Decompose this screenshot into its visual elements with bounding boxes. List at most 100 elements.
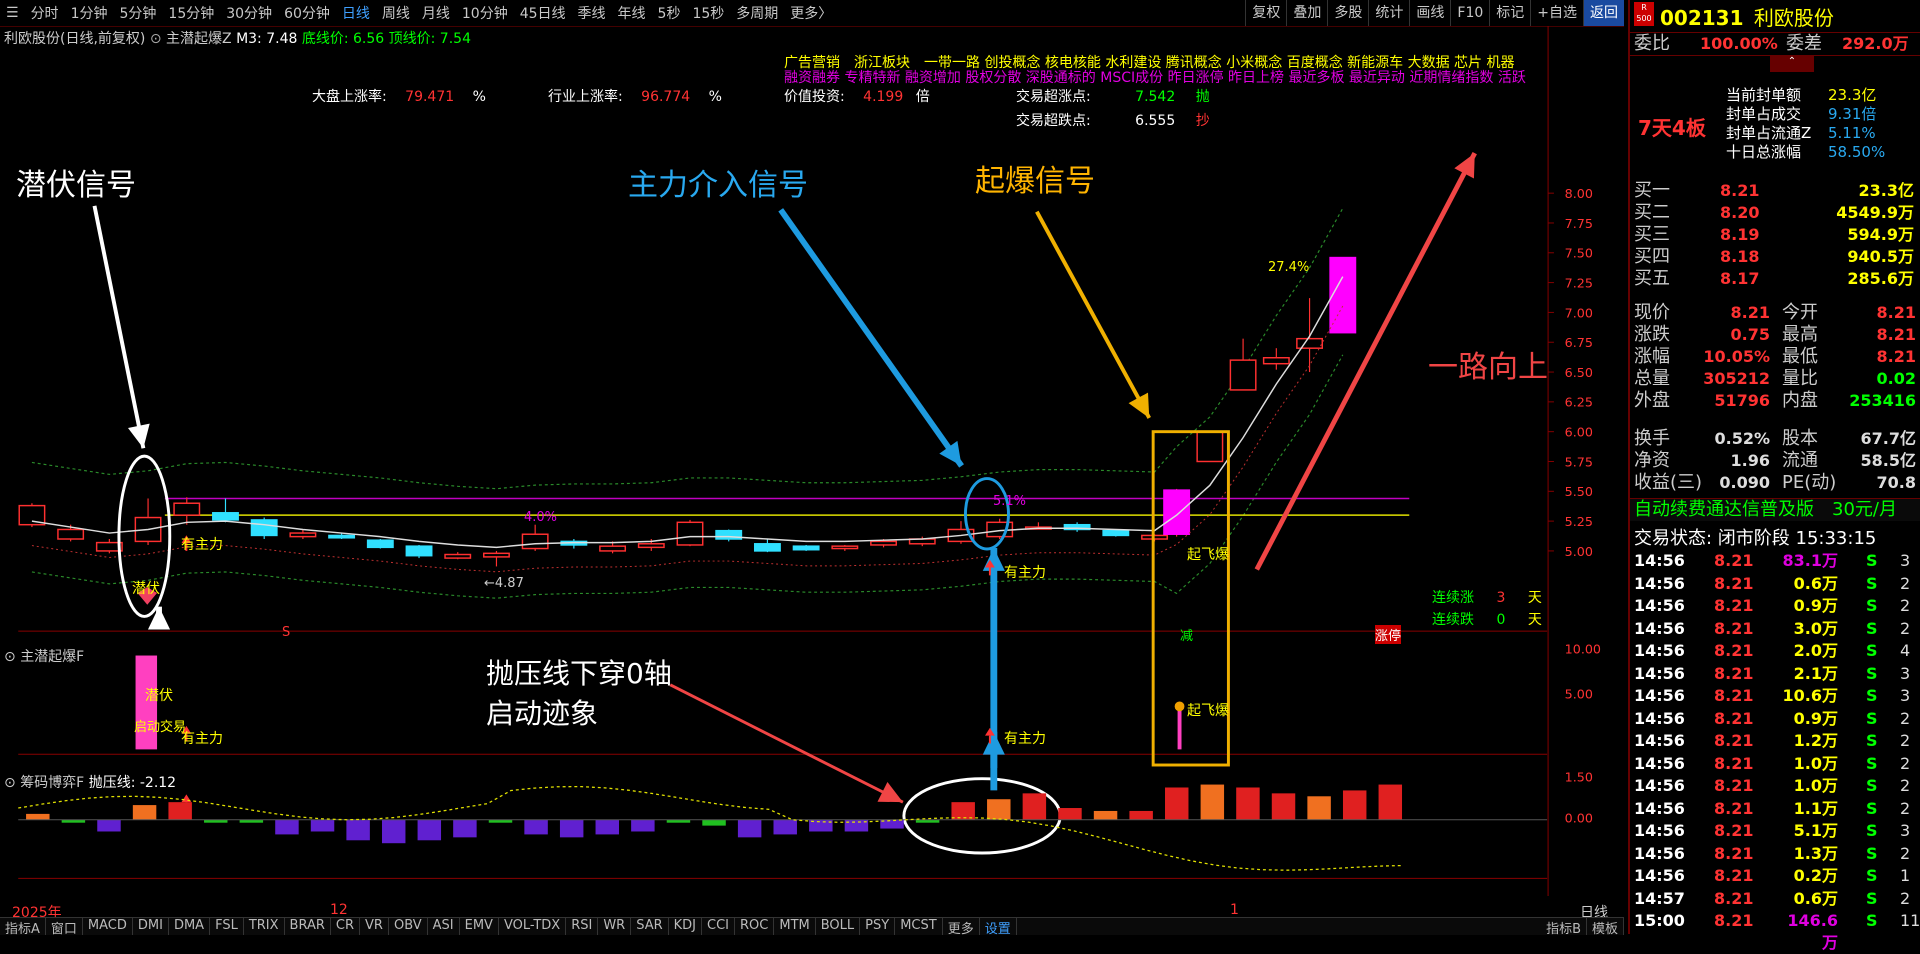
indicator-tab-8[interactable]: CR [331, 918, 361, 935]
pressure-bar [1342, 790, 1367, 820]
indicator-tab-2[interactable]: MACD [83, 918, 133, 935]
indicator-tab-13[interactable]: VOL-TDX [499, 918, 567, 935]
kline-chart[interactable]: 8.00 7.75 7.50 7.25 7.00 6.75 6.50 6.25 6.00 5.75… [0, 26, 1624, 896]
bid-row-3: 买四 8.18 940.5万 [1634, 246, 1914, 267]
upper-band [31, 207, 1344, 490]
pressure-bar [951, 802, 975, 820]
toolbar-right-4[interactable]: 画线 [1409, 0, 1450, 26]
s-mark: S [282, 625, 291, 640]
tick-row-0: 14:56 8.21 83.1万 S 3 [1634, 551, 1911, 570]
candle [405, 545, 433, 557]
bid-row-1: 买二 8.20 4549.9万 [1634, 202, 1914, 223]
candle [753, 543, 781, 552]
tick-row-2: 14:56 8.21 0.9万 S 2 [1634, 596, 1911, 615]
pressure-bar [1307, 796, 1331, 820]
tick-row-15: 14:57 8.21 0.6万 S 2 [1634, 888, 1911, 908]
indicator-tab-7[interactable]: BRAR [285, 918, 331, 935]
tick-row-13: 14:56 8.21 1.3万 S 2 [1634, 843, 1911, 863]
collapse-icon[interactable]: ⌃ [1770, 56, 1814, 72]
candle [831, 545, 859, 550]
zhangting-label: 涨停 [1375, 625, 1402, 644]
pressure-bar [1058, 808, 1082, 820]
period-tab-13[interactable]: 5秒 [652, 3, 687, 23]
lower-band [31, 354, 1344, 599]
period-tab-8[interactable]: 月线 [416, 3, 456, 23]
indicator-tab-0[interactable]: 指标A [0, 918, 46, 937]
panel2-axis-label: 5.00 [1565, 687, 1593, 702]
toolbar-right-7[interactable]: +自选 [1530, 0, 1583, 26]
indicator-tab-16[interactable]: SAR [631, 918, 669, 935]
price-tick-label: 8.00 [1565, 186, 1593, 201]
candle [792, 545, 820, 551]
latent-signal-annotation: 潜伏信号 [16, 168, 136, 203]
indicator-tab-3[interactable]: DMI [133, 918, 169, 935]
explode-arrow [1035, 210, 1151, 419]
indicator-tab-25[interactable]: 设置 [980, 918, 1017, 937]
toolbar-right-8[interactable]: 返回 [1583, 0, 1624, 26]
pressure-line [18, 786, 1403, 871]
pressure-bar [737, 819, 762, 838]
indicator-tab-22[interactable]: PSY [860, 918, 896, 935]
indicator-tab-1[interactable]: 窗口 [46, 918, 83, 937]
trade-status: 交易状态: 闭市阶段 15:33:15 [1634, 528, 1877, 549]
indicator-tab-19[interactable]: ROC [735, 918, 775, 935]
indicator-tab-15[interactable]: WR [598, 918, 632, 935]
indicator-tab-4[interactable]: DMA [169, 918, 211, 935]
indicator-tab-right-1[interactable]: 模板 [1587, 918, 1624, 937]
period-tab-2[interactable]: 5分钟 [113, 3, 162, 23]
explode-signal-annotation: 起爆信号 [975, 164, 1095, 199]
indicator-tab-18[interactable]: CCI [702, 918, 736, 935]
period-tab-6[interactable]: 日线 [336, 3, 376, 23]
pressure-bar [1129, 810, 1153, 820]
tick-row-14: 14:56 8.21 0.2万 S 1 [1634, 866, 1911, 885]
indicator-tab-23[interactable]: MCST [895, 918, 943, 935]
qianfu-label-1: 潜伏 [132, 581, 160, 597]
candle [1102, 529, 1130, 537]
panel3-title[interactable]: ⊙ 筹码博弈F 抛压线: -2.12 [4, 772, 176, 792]
toolbar-right-1[interactable]: 叠加 [1286, 0, 1327, 26]
candle [1262, 357, 1290, 365]
indicator-tab-14[interactable]: RSI [566, 918, 599, 935]
indicator-tab-10[interactable]: OBV [389, 918, 428, 935]
toolbar-right-0[interactable]: 复权 [1245, 0, 1286, 26]
price-tick-label: 5.25 [1565, 514, 1593, 529]
period-tab-5[interactable]: 60分钟 [278, 3, 336, 23]
pressure-bar [1271, 793, 1296, 820]
ad-banner[interactable]: 自动续费通达信普及版 30元/月 [1630, 498, 1920, 521]
pressure-arrow [669, 683, 904, 804]
period-tab-4[interactable]: 30分钟 [220, 3, 278, 23]
period-tab-9[interactable]: 10分钟 [456, 3, 514, 23]
period-tab-1[interactable]: 1分钟 [65, 3, 114, 23]
indicator-tab-20[interactable]: MTM [774, 918, 816, 935]
indicator-tab-24[interactable]: 更多 [943, 918, 980, 937]
menu-icon[interactable]: ☰ [0, 5, 25, 21]
pressure-bar [346, 819, 370, 841]
price-tick-label: 7.75 [1565, 216, 1593, 231]
period-tab-15[interactable]: 多周期 [730, 3, 784, 23]
indicator-tab-11[interactable]: ASI [428, 918, 460, 935]
indicator-tab-9[interactable]: VR [360, 918, 389, 935]
period-tab-0[interactable]: 分时 [25, 3, 65, 23]
indicator-tab-5[interactable]: FSL [210, 918, 244, 935]
market-rise-rate: 大盘上涨率: 79.471 % [312, 89, 486, 105]
period-tab-14[interactable]: 15秒 [686, 3, 730, 23]
period-tab-11[interactable]: 季线 [572, 3, 612, 23]
toolbar-right-3[interactable]: 统计 [1368, 0, 1409, 26]
indicator-tab-17[interactable]: KDJ [669, 918, 703, 935]
pressure-bar [132, 805, 157, 820]
pressure-bar [773, 819, 797, 835]
panel2-title[interactable]: ⊙ 主潜起爆F [4, 646, 84, 666]
latent-arrow [92, 205, 146, 449]
indicator-tab-12[interactable]: EMV [460, 918, 499, 935]
toolbar-right-5[interactable]: F10 [1450, 0, 1489, 26]
period-tab-7[interactable]: 周线 [376, 3, 416, 23]
period-tab-10[interactable]: 45日线 [514, 3, 572, 23]
period-tab-12[interactable]: 年线 [612, 3, 652, 23]
indicator-tab-6[interactable]: TRIX [244, 918, 285, 935]
toolbar-right-6[interactable]: 标记 [1489, 0, 1530, 26]
indicator-tab-right-0[interactable]: 指标B [1541, 918, 1587, 937]
indicator-tab-21[interactable]: BOLL [816, 918, 861, 935]
period-tab-16[interactable]: 更多〉 [784, 3, 838, 23]
toolbar-right-2[interactable]: 多股 [1327, 0, 1368, 26]
period-tab-3[interactable]: 15分钟 [162, 3, 220, 23]
